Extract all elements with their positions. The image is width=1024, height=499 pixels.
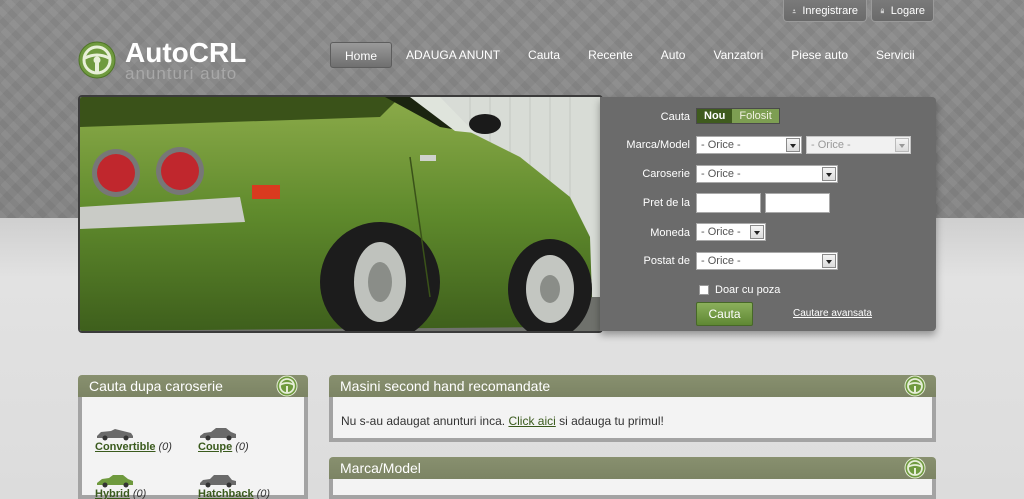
moneda-select-value: - Orice - — [701, 226, 741, 238]
main-nav: Home ADAUGA ANUNT Cauta Recente Auto Van… — [330, 42, 929, 68]
steering-wheel-icon — [904, 457, 926, 479]
recommended-box-header: Masini second hand recomandate — [329, 375, 936, 397]
postat-select-value: - Orice - — [701, 255, 741, 267]
marca-select[interactable]: - Orice - — [696, 136, 802, 154]
lock-icon — [880, 8, 884, 13]
condition-toggle: Nou Folosit — [696, 108, 780, 124]
toggle-new[interactable]: Nou — [697, 109, 733, 123]
body-type-box-title: Cauta dupa caroserie — [89, 378, 223, 394]
price-to-input[interactable] — [765, 193, 830, 213]
body-type-coupe[interactable]: Coupe (0) — [198, 425, 288, 453]
convertible-car-icon — [97, 429, 133, 441]
body-type-convertible[interactable]: Convertible (0) — [95, 425, 185, 453]
site-logo[interactable]: AutoCRL anunturi auto — [77, 38, 246, 83]
postat-select[interactable]: - Orice - — [696, 252, 838, 270]
hybrid-car-icon — [97, 475, 133, 488]
body-type-label: Convertible — [95, 441, 156, 453]
nav-item-auto[interactable]: Auto — [647, 42, 700, 68]
caroserie-select[interactable]: - Orice - — [696, 165, 838, 183]
toggle-used[interactable]: Folosit — [732, 109, 779, 123]
nav-item-piese-auto[interactable]: Piese auto — [777, 42, 862, 68]
hero-car-image — [78, 95, 603, 333]
empty-message-text: Nu s-au adaugat anunturi inca. — [341, 414, 509, 428]
nav-item-recente[interactable]: Recente — [574, 42, 647, 68]
nav-item-home[interactable]: Home — [330, 42, 393, 68]
register-label: Inregistrare — [802, 4, 858, 17]
pret-label: Pret de la — [642, 197, 690, 209]
cauta-label: Cauta — [660, 111, 690, 123]
photo-only-label: Doar cu poza — [715, 284, 781, 296]
body-type-count: (0) — [235, 441, 249, 453]
body-type-box: Convertible (0) Coupe (0) Hybrid (0) Hatchb… — [78, 397, 308, 499]
login-button[interactable]: Logare — [871, 0, 934, 22]
photo-only-option[interactable]: Doar cu poza — [699, 284, 780, 296]
user-icon — [792, 8, 796, 13]
steering-wheel-icon — [276, 375, 298, 397]
body-type-hybrid[interactable]: Hybrid (0) — [95, 472, 185, 499]
moneda-label: Moneda — [650, 227, 690, 239]
chevron-down-icon — [895, 138, 909, 152]
marca-box-title: Marca/Model — [340, 460, 421, 476]
steering-wheel-icon — [78, 41, 116, 79]
body-type-box-header: Cauta dupa caroserie — [78, 375, 308, 397]
chevron-down-icon — [822, 167, 836, 181]
postat-label: Postat de — [643, 255, 690, 267]
caroserie-label: Caroserie — [642, 168, 690, 180]
search-submit-button[interactable]: Cauta — [696, 302, 753, 326]
coupe-car-icon — [200, 428, 236, 441]
marca-box — [329, 479, 936, 499]
register-button[interactable]: Inregistrare — [783, 0, 867, 22]
empty-message-suffix: si adauga tu primul! — [555, 414, 664, 428]
nav-item-servicii[interactable]: Servicii — [862, 42, 929, 68]
chevron-down-icon — [786, 138, 800, 152]
body-type-count: (0) — [256, 488, 271, 499]
moneda-select[interactable]: - Orice - — [696, 223, 766, 241]
body-type-label: Coupe — [198, 441, 233, 453]
chevron-down-icon — [822, 254, 836, 268]
body-type-label: Hybrid — [95, 488, 130, 499]
body-type-label: Hatchback — [198, 488, 254, 499]
recommended-box: Nu s-au adaugat anunturi inca. Click aic… — [329, 397, 936, 442]
recommended-box-title: Masini second hand recomandate — [340, 378, 551, 394]
chevron-down-icon — [750, 225, 764, 239]
nav-item-vanzatori[interactable]: Vanzatori — [699, 42, 777, 68]
green-car-illustration — [80, 97, 601, 331]
body-type-count: (0) — [158, 441, 172, 453]
body-type-hatchback[interactable]: Hatchback (0) — [198, 472, 288, 499]
model-select-value: - Orice - — [811, 139, 851, 151]
advanced-search-link[interactable]: Cautare avansata — [793, 308, 872, 319]
marca-select-value: - Orice - — [701, 139, 741, 151]
login-label: Logare — [890, 4, 925, 17]
marca-box-header: Marca/Model — [329, 457, 936, 479]
price-from-input[interactable] — [696, 193, 761, 213]
model-select[interactable]: - Orice - — [806, 136, 911, 154]
photo-only-checkbox[interactable] — [699, 285, 709, 295]
caroserie-select-value: - Orice - — [701, 168, 741, 180]
nav-item-cauta[interactable]: Cauta — [514, 42, 574, 68]
body-type-count: (0) — [132, 488, 147, 499]
add-listing-link[interactable]: Click aici — [508, 414, 555, 428]
search-panel: Cauta Nou Folosit Marca/Model - Orice - … — [600, 97, 936, 331]
steering-wheel-icon — [904, 375, 926, 397]
hatchback-car-icon — [200, 475, 236, 488]
marca-model-label: Marca/Model — [626, 139, 690, 151]
logo-tagline: anunturi auto — [125, 64, 238, 83]
nav-item-adauga-anunt[interactable]: ADAUGA ANUNT — [392, 42, 514, 68]
